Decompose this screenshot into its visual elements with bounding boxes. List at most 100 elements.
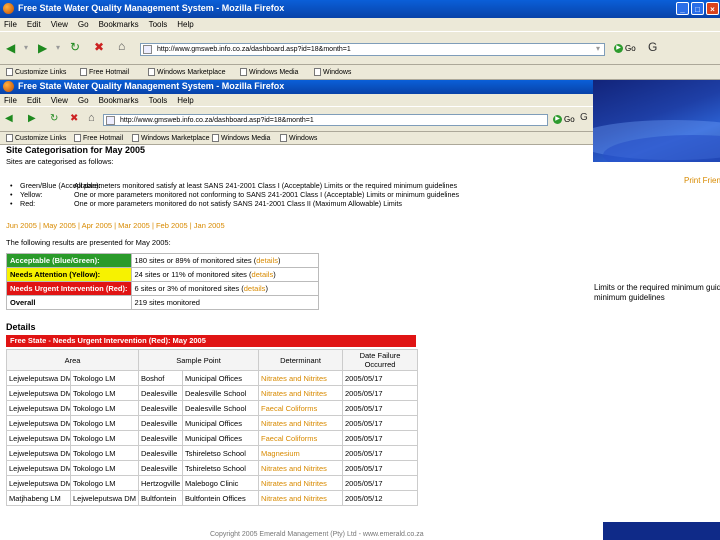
column-header: Sample Point bbox=[137, 349, 260, 371]
menu-file[interactable]: File bbox=[4, 18, 17, 31]
print-friendly-link[interactable]: Print Friendly bbox=[684, 176, 720, 185]
page-icon bbox=[280, 134, 287, 143]
table-cell[interactable]: Faecal Coliforms bbox=[258, 400, 344, 416]
table-cell: Lejweleputswa DM bbox=[6, 385, 71, 401]
minimize-button[interactable]: _ bbox=[676, 2, 689, 15]
front-window-titlebar[interactable]: Free State Water Quality Management Syst… bbox=[0, 80, 593, 94]
back-arrow-icon[interactable]: ◀ bbox=[5, 112, 13, 126]
home-icon[interactable]: ⌂ bbox=[118, 39, 125, 53]
page-icon bbox=[148, 68, 155, 77]
details-link[interactable]: details bbox=[252, 270, 274, 279]
table-cell[interactable]: Nitrates and Nitrites bbox=[258, 385, 344, 401]
table-cell[interactable]: Nitrates and Nitrites bbox=[258, 460, 344, 476]
table-cell[interactable]: Nitrates and Nitrites bbox=[258, 475, 344, 491]
results-intro: The following results are presented for … bbox=[6, 238, 171, 247]
table-cell: Dealesville School bbox=[181, 385, 260, 401]
reload-icon[interactable]: ↻ bbox=[70, 40, 80, 54]
details-table: Area Sample Point Determinant Date Failu… bbox=[6, 349, 419, 506]
page-icon bbox=[212, 134, 219, 143]
search-icon[interactable]: G bbox=[648, 40, 657, 54]
footer-copyright: Copyright 2005 Emerald Management (Pty) … bbox=[210, 531, 424, 538]
forward-arrow-icon[interactable]: ▶ bbox=[38, 41, 47, 55]
page-icon bbox=[240, 68, 247, 77]
back-menubar: File Edit View Go Bookmarks Tools Help bbox=[0, 18, 720, 31]
back-navbar: ◀ ▾ ▶ ▾ ↻ ✖ ⌂ http://www.gmsweb.info.co.… bbox=[0, 31, 720, 65]
front-linksbar: Customize Links Free Hotmail Windows Mar… bbox=[0, 132, 593, 145]
menu-tools[interactable]: Tools bbox=[149, 18, 168, 31]
list-item: Green/Blue (Acceptable):All parameters m… bbox=[6, 181, 459, 190]
back-arrow-icon[interactable]: ◀ bbox=[6, 41, 15, 55]
page-title: Site Categorisation for May 2005 bbox=[6, 145, 146, 155]
details-link[interactable]: details bbox=[256, 256, 278, 265]
list-item: Yellow:One or more parameters monitored … bbox=[6, 190, 459, 199]
home-icon[interactable]: ⌂ bbox=[88, 111, 95, 125]
back-url-field[interactable]: http://www.gmsweb.info.co.za/dashboard.a… bbox=[140, 43, 605, 56]
table-cell: 2005/05/17 bbox=[342, 415, 419, 431]
link-windows-media[interactable]: Windows Media bbox=[240, 68, 298, 78]
link-windows[interactable]: Windows bbox=[314, 68, 351, 78]
table-cell: Dealesville School bbox=[181, 400, 260, 416]
table-cell[interactable]: Magnesium bbox=[258, 445, 344, 461]
table-cell[interactable]: Faecal Coliforms bbox=[258, 430, 344, 446]
table-cell: Dealesville bbox=[138, 445, 183, 461]
table-cell[interactable]: Nitrates and Nitrites bbox=[258, 370, 344, 386]
right-overflow-text: Limits or the required minimum guideline… bbox=[594, 283, 720, 292]
link-windows-media[interactable]: Windows Media bbox=[212, 134, 270, 144]
menu-edit[interactable]: Edit bbox=[27, 18, 41, 31]
month-links[interactable]: Jun 2005 | May 2005 | Apr 2005 | Mar 200… bbox=[6, 221, 225, 230]
table-cell: Bultfontein Offices bbox=[181, 490, 260, 506]
back-go-button[interactable]: ▶ Go bbox=[614, 43, 636, 55]
table-cell: Tokologo LM bbox=[70, 430, 139, 446]
link-customize[interactable]: Customize Links bbox=[6, 68, 66, 78]
table-cell: Boshof bbox=[138, 370, 183, 386]
table-cell: Lejweleputswa DM bbox=[6, 370, 71, 386]
table-cell: Tokologo LM bbox=[70, 385, 139, 401]
front-navbar: ◀ ▶ ↻ ✖ ⌂ http://www.gmsweb.info.co.za/d… bbox=[0, 106, 593, 132]
link-marketplace[interactable]: Windows Marketplace bbox=[148, 68, 225, 78]
maximize-button[interactable]: □ bbox=[691, 2, 704, 15]
back-window-title: Free State Water Quality Management Syst… bbox=[18, 3, 285, 13]
category-list: Green/Blue (Acceptable):All parameters m… bbox=[6, 181, 459, 208]
table-row: Lejweleputswa DM Tokologo LM Dealesville Ts… bbox=[6, 445, 419, 461]
link-windows[interactable]: Windows bbox=[280, 134, 317, 144]
menu-go[interactable]: Go bbox=[78, 18, 89, 31]
back-linksbar: Customize Links Free Hotmail Windows Mar… bbox=[0, 65, 720, 80]
search-icon[interactable]: G bbox=[580, 111, 588, 125]
front-window-title: Free State Water Quality Management Syst… bbox=[18, 81, 285, 91]
table-cell[interactable]: Nitrates and Nitrites bbox=[258, 415, 344, 431]
front-menubar: File Edit View Go Bookmarks Tools Help bbox=[0, 94, 593, 106]
details-link[interactable]: details bbox=[244, 284, 266, 293]
chevron-down-icon[interactable]: ▾ bbox=[24, 41, 28, 55]
chevron-down-icon[interactable]: ▾ bbox=[596, 42, 600, 56]
firefox-icon bbox=[3, 3, 14, 14]
table-row: Needs Urgent Intervention (Red): 6 sites… bbox=[6, 281, 319, 296]
column-header: Area bbox=[6, 349, 139, 371]
menu-view[interactable]: View bbox=[51, 18, 68, 31]
chevron-down-icon[interactable]: ▾ bbox=[56, 41, 60, 55]
stop-icon[interactable]: ✖ bbox=[70, 112, 78, 126]
menu-bookmarks[interactable]: Bookmarks bbox=[99, 18, 139, 31]
back-window-titlebar[interactable]: Free State Water Quality Management Syst… bbox=[0, 0, 720, 18]
table-row: Lejweleputswa DM Tokologo LM Dealesville Ts… bbox=[6, 460, 419, 476]
stop-icon[interactable]: ✖ bbox=[94, 40, 104, 54]
close-button[interactable]: × bbox=[706, 2, 719, 15]
link-hotmail[interactable]: Free Hotmail bbox=[80, 68, 129, 78]
right-overflow-text: minimum guidelines bbox=[594, 293, 665, 302]
table-cell: 2005/05/17 bbox=[342, 445, 419, 461]
table-cell: 2005/05/17 bbox=[342, 400, 419, 416]
page-content: Site Categorisation for May 2005 Sites a… bbox=[0, 145, 593, 506]
forward-arrow-icon[interactable]: ▶ bbox=[28, 112, 36, 126]
table-cell: Lejweleputswa DM bbox=[6, 400, 71, 416]
table-cell: Lejweleputswa DM bbox=[70, 490, 139, 506]
link-customize[interactable]: Customize Links bbox=[6, 134, 66, 144]
details-heading: Details bbox=[6, 322, 36, 332]
front-url-field[interactable]: http://www.gmsweb.info.co.za/dashboard.a… bbox=[103, 114, 548, 126]
page-icon bbox=[6, 68, 13, 77]
table-cell[interactable]: Nitrates and Nitrites bbox=[258, 490, 344, 506]
table-cell: Tokologo LM bbox=[70, 460, 139, 476]
link-marketplace[interactable]: Windows Marketplace bbox=[132, 134, 209, 144]
reload-icon[interactable]: ↻ bbox=[50, 112, 58, 126]
front-go-button[interactable]: ▶ Go bbox=[553, 114, 575, 126]
menu-help[interactable]: Help bbox=[177, 18, 193, 31]
link-hotmail[interactable]: Free Hotmail bbox=[74, 134, 123, 144]
